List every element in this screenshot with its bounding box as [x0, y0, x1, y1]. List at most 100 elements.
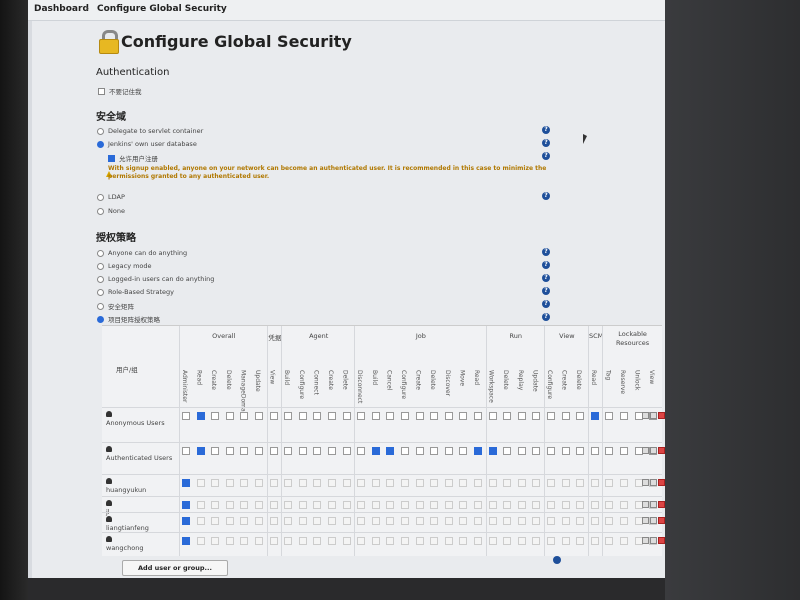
permission-checkbox[interactable]	[415, 479, 424, 487]
help-icon[interactable]: ?	[542, 287, 550, 295]
permission-checkbox[interactable]	[182, 501, 190, 509]
select-all-icon[interactable]	[642, 517, 649, 524]
permission-checkbox[interactable]	[196, 447, 205, 455]
permission-checkbox[interactable]	[517, 447, 526, 455]
permission-checkbox[interactable]	[225, 501, 234, 509]
permission-checkbox[interactable]	[474, 479, 482, 487]
permission-checkbox[interactable]	[430, 517, 439, 525]
permission-checkbox[interactable]	[590, 537, 599, 545]
permission-checkbox[interactable]	[342, 447, 351, 455]
allow-signup-option[interactable]: 允许用户注册	[108, 153, 158, 163]
authz-option-project-matrix[interactable]: 项目矩阵授权策略	[97, 314, 160, 324]
authz-option-matrix[interactable]: 安全矩阵	[97, 301, 134, 311]
permission-checkbox[interactable]	[255, 479, 263, 487]
permission-checkbox[interactable]	[459, 537, 468, 545]
permission-checkbox[interactable]	[386, 501, 395, 509]
help-icon[interactable]: ?	[542, 192, 550, 200]
permission-checkbox[interactable]	[620, 517, 628, 525]
permission-checkbox[interactable]	[313, 479, 322, 487]
permission-checkbox[interactable]	[342, 479, 351, 487]
permission-checkbox[interactable]	[328, 537, 336, 545]
permission-checkbox[interactable]	[517, 517, 526, 525]
permission-checkbox[interactable]	[298, 537, 307, 545]
authz-radio[interactable]	[97, 249, 104, 257]
permission-checkbox[interactable]	[605, 501, 614, 509]
permission-checkbox[interactable]	[415, 447, 424, 455]
permission-checkbox[interactable]	[313, 447, 322, 455]
unselect-icon[interactable]	[650, 501, 657, 508]
permission-checkbox[interactable]	[255, 517, 263, 525]
permission-checkbox[interactable]	[401, 479, 409, 487]
permission-checkbox[interactable]	[547, 479, 555, 487]
authz-radio[interactable]	[97, 275, 104, 283]
permission-checkbox[interactable]	[532, 501, 541, 509]
permission-checkbox[interactable]	[503, 517, 512, 525]
realm-radio-selected[interactable]	[97, 140, 104, 148]
permission-checkbox[interactable]	[196, 479, 205, 487]
permission-checkbox[interactable]	[386, 537, 395, 545]
realm-radio[interactable]	[97, 127, 104, 135]
realm-option-none[interactable]: None	[97, 207, 125, 215]
realm-radio[interactable]	[97, 193, 104, 201]
permission-checkbox[interactable]	[590, 501, 599, 509]
permission-checkbox[interactable]	[371, 447, 380, 455]
delete-icon[interactable]	[658, 447, 665, 454]
permission-checkbox[interactable]	[357, 537, 366, 545]
permission-checkbox[interactable]	[328, 517, 336, 525]
permission-checkbox[interactable]	[590, 412, 599, 420]
permission-checkbox[interactable]	[386, 479, 395, 487]
permission-checkbox[interactable]	[255, 537, 263, 545]
permission-checkbox[interactable]	[532, 537, 541, 545]
permission-checkbox[interactable]	[371, 517, 380, 525]
permission-checkbox[interactable]	[415, 537, 424, 545]
permission-checkbox[interactable]	[386, 517, 395, 525]
permission-checkbox[interactable]	[488, 412, 497, 420]
permission-checkbox[interactable]	[620, 479, 628, 487]
help-icon[interactable]: ?	[542, 248, 550, 256]
permission-checkbox[interactable]	[561, 537, 570, 545]
authz-radio[interactable]	[97, 288, 104, 296]
permission-checkbox[interactable]	[225, 479, 234, 487]
permission-checkbox[interactable]	[240, 479, 249, 487]
delete-icon[interactable]	[658, 412, 665, 419]
permission-checkbox[interactable]	[620, 447, 628, 455]
permission-checkbox[interactable]	[225, 517, 234, 525]
permission-checkbox[interactable]	[488, 447, 497, 455]
permission-checkbox[interactable]	[605, 447, 614, 455]
permission-checkbox[interactable]	[576, 537, 585, 545]
help-icon[interactable]: ?	[542, 313, 550, 321]
permission-checkbox[interactable]	[240, 537, 249, 545]
permission-checkbox[interactable]	[503, 447, 512, 455]
help-icon[interactable]: ?	[542, 126, 550, 134]
authz-option-logged-in[interactable]: Logged-in users can do anything	[97, 275, 214, 283]
permission-checkbox[interactable]	[430, 479, 439, 487]
authz-radio[interactable]	[97, 302, 104, 310]
permission-checkbox[interactable]	[342, 412, 351, 420]
permission-checkbox[interactable]	[430, 501, 439, 509]
permission-checkbox[interactable]	[240, 412, 249, 420]
permission-checkbox[interactable]	[590, 517, 599, 525]
permission-checkbox[interactable]	[430, 447, 439, 455]
permission-checkbox[interactable]	[488, 517, 497, 525]
permission-checkbox[interactable]	[532, 479, 541, 487]
permission-checkbox[interactable]	[401, 537, 409, 545]
realm-option-servlet[interactable]: Delegate to servlet container	[97, 127, 203, 135]
permission-checkbox[interactable]	[576, 517, 585, 525]
help-icon[interactable]: ?	[542, 261, 550, 269]
permission-checkbox[interactable]	[444, 501, 453, 509]
permission-checkbox[interactable]	[605, 517, 614, 525]
permission-checkbox[interactable]	[211, 501, 220, 509]
permission-checkbox[interactable]	[328, 501, 336, 509]
permission-checkbox[interactable]	[255, 412, 263, 420]
permission-checkbox[interactable]	[211, 517, 220, 525]
permission-checkbox[interactable]	[269, 501, 278, 509]
permission-checkbox[interactable]	[590, 447, 599, 455]
permission-checkbox[interactable]	[342, 501, 351, 509]
permission-checkbox[interactable]	[444, 517, 453, 525]
permission-checkbox[interactable]	[328, 479, 336, 487]
permission-checkbox[interactable]	[459, 412, 468, 420]
permission-checkbox[interactable]	[357, 447, 366, 455]
permission-checkbox[interactable]	[357, 479, 366, 487]
add-user-button[interactable]: Add user or group...	[122, 560, 228, 576]
delete-icon[interactable]	[658, 501, 665, 508]
